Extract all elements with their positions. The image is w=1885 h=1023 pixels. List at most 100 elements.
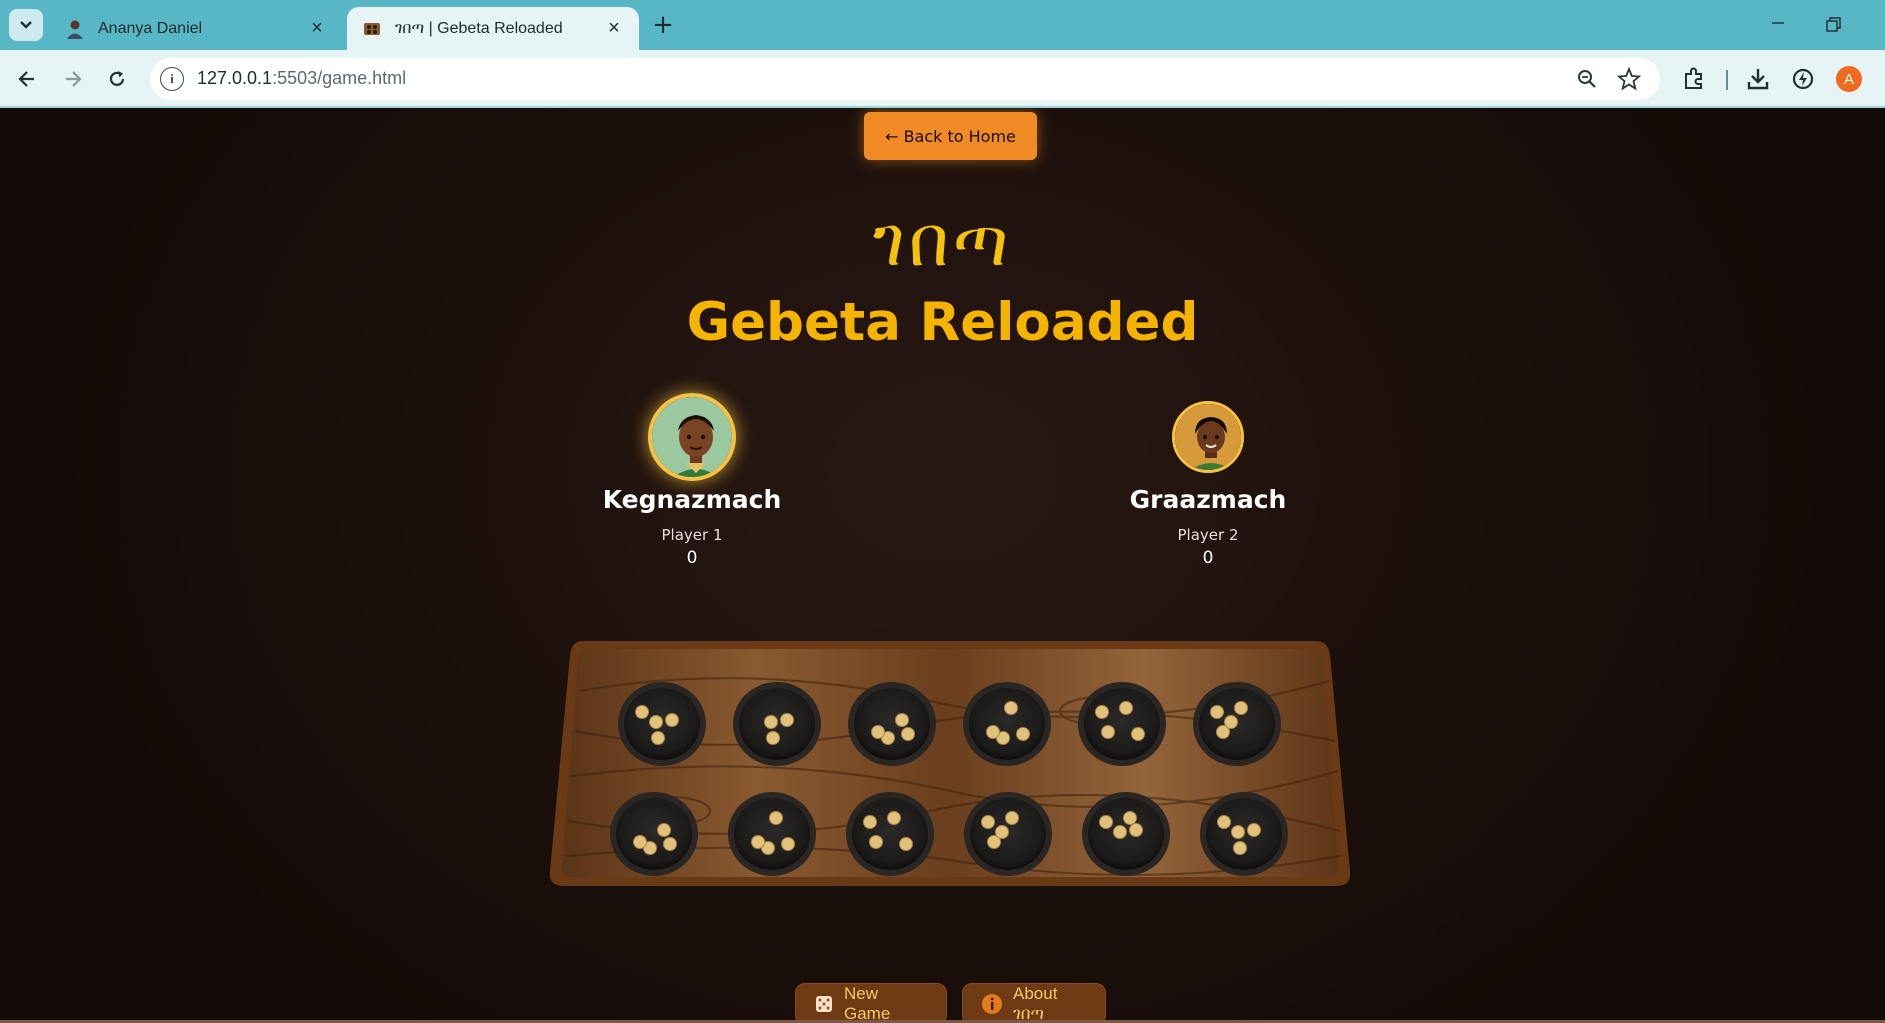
seed [769, 811, 783, 825]
pit-hole [734, 798, 810, 870]
board-pit[interactable] [964, 792, 1052, 876]
info-icon [981, 993, 1003, 1015]
performance-icon[interactable] [1789, 65, 1817, 93]
tab-gebeta-reloaded[interactable]: ገበጣ | Gebeta Reloaded × [347, 7, 639, 50]
seed [780, 713, 794, 727]
profile-avatar-button[interactable]: A [1836, 66, 1862, 92]
address-bar[interactable]: i 127.0.0.1:5503/game.html [150, 58, 1660, 100]
download-icon[interactable] [1744, 65, 1772, 93]
seed [1131, 727, 1145, 741]
seed [633, 835, 647, 849]
player-2-avatar [1172, 401, 1244, 473]
seed [766, 731, 780, 745]
board-pit[interactable] [1082, 792, 1170, 876]
back-nav-button[interactable] [12, 64, 42, 94]
zoom-icon[interactable] [1575, 67, 1599, 91]
player-1-name: Kegnazmach [602, 485, 782, 514]
board-pit[interactable] [618, 682, 706, 766]
dice-icon [814, 994, 834, 1014]
url-text: 127.0.0.1:5503/game.html [197, 68, 407, 88]
seed [665, 713, 679, 727]
seed [1233, 841, 1247, 855]
seed [1101, 725, 1115, 739]
gebeta-board [549, 641, 1351, 941]
tab-search-button[interactable] [9, 9, 43, 41]
new-game-button[interactable]: New Game [795, 983, 947, 1020]
game-page: ← Back to Home ገበጣ Gebeta Reloaded Kegna… [0, 108, 1885, 1020]
seed [651, 731, 665, 745]
seed [899, 837, 913, 851]
bookmark-star-icon[interactable] [1616, 66, 1642, 92]
pit-hole [852, 798, 928, 870]
seed [1217, 815, 1231, 829]
about-button[interactable]: About ገበጣ [962, 983, 1106, 1020]
player-1-card: Kegnazmach Player 1 0 [582, 393, 802, 568]
board-pit[interactable] [1200, 792, 1288, 876]
board-pit[interactable] [1193, 682, 1281, 766]
seed [1210, 705, 1224, 719]
close-tab-icon[interactable]: × [603, 17, 625, 40]
board-pit[interactable] [610, 792, 698, 876]
seed [764, 715, 778, 729]
board-favicon-icon [361, 18, 383, 40]
restore-window-icon[interactable] [1820, 12, 1846, 38]
player-1-score: 0 [686, 548, 698, 568]
board-pit[interactable] [1078, 682, 1166, 766]
seed [863, 815, 877, 829]
page-title: Gebeta Reloaded [686, 292, 1199, 353]
player-1-label: Player 1 [661, 526, 723, 544]
seed [1231, 825, 1245, 839]
extensions-puzzle-icon[interactable] [1680, 65, 1708, 93]
seed [981, 815, 995, 829]
minimize-window-icon[interactable] [1765, 10, 1791, 36]
seed [1005, 811, 1019, 825]
seed [1119, 701, 1133, 715]
board-pit[interactable] [848, 682, 936, 766]
chevron-down-icon [20, 21, 32, 29]
seed [663, 837, 677, 851]
site-info-icon[interactable]: i [160, 67, 184, 91]
player-2-card: Graazmach Player 2 0 [1098, 393, 1318, 568]
board-pit[interactable] [846, 792, 934, 876]
back-to-home-button[interactable]: ← Back to Home [864, 112, 1037, 160]
pit-hole [854, 688, 930, 760]
amharic-title: ገበጣ [872, 200, 1013, 282]
seed [1234, 701, 1248, 715]
pit-hole [616, 798, 692, 870]
player-2-score: 0 [1202, 548, 1214, 568]
seed [635, 705, 649, 719]
seed [1247, 823, 1261, 837]
player-2-name: Graazmach [1129, 485, 1287, 514]
seed [871, 725, 885, 739]
seed [1123, 811, 1137, 825]
seed [1004, 701, 1018, 715]
seed [986, 725, 1000, 739]
reload-button[interactable] [102, 64, 132, 94]
seed [901, 727, 915, 741]
seed [1016, 727, 1030, 741]
browser-toolbar: i 127.0.0.1:5503/game.html A [0, 50, 1885, 108]
close-tab-icon[interactable]: × [306, 17, 328, 40]
player-1-avatar [648, 393, 736, 481]
arrow-right-icon [66, 71, 82, 87]
board-pit[interactable] [733, 682, 821, 766]
board-pit[interactable] [963, 682, 1051, 766]
new-tab-button[interactable]: + [650, 10, 676, 40]
tab-ananya-daniel[interactable]: Ananya Daniel × [50, 7, 342, 50]
board-pit[interactable] [728, 792, 816, 876]
seed [895, 713, 909, 727]
arrow-left-icon [18, 71, 34, 87]
forward-nav-button[interactable] [58, 64, 88, 94]
seed [1129, 823, 1143, 837]
pit-hole [1084, 688, 1160, 760]
browser-tab-bar: Ananya Daniel × ገበጣ | Gebeta Reloaded × … [0, 0, 1885, 50]
seed [657, 823, 671, 837]
pit-hole [969, 688, 1045, 760]
seed [751, 835, 765, 849]
seed [1224, 715, 1238, 729]
seed [995, 825, 1009, 839]
toolbar-separator [1726, 70, 1728, 90]
seed [1099, 815, 1113, 829]
seed [1095, 705, 1109, 719]
new-game-label: New Game [844, 984, 891, 1020]
